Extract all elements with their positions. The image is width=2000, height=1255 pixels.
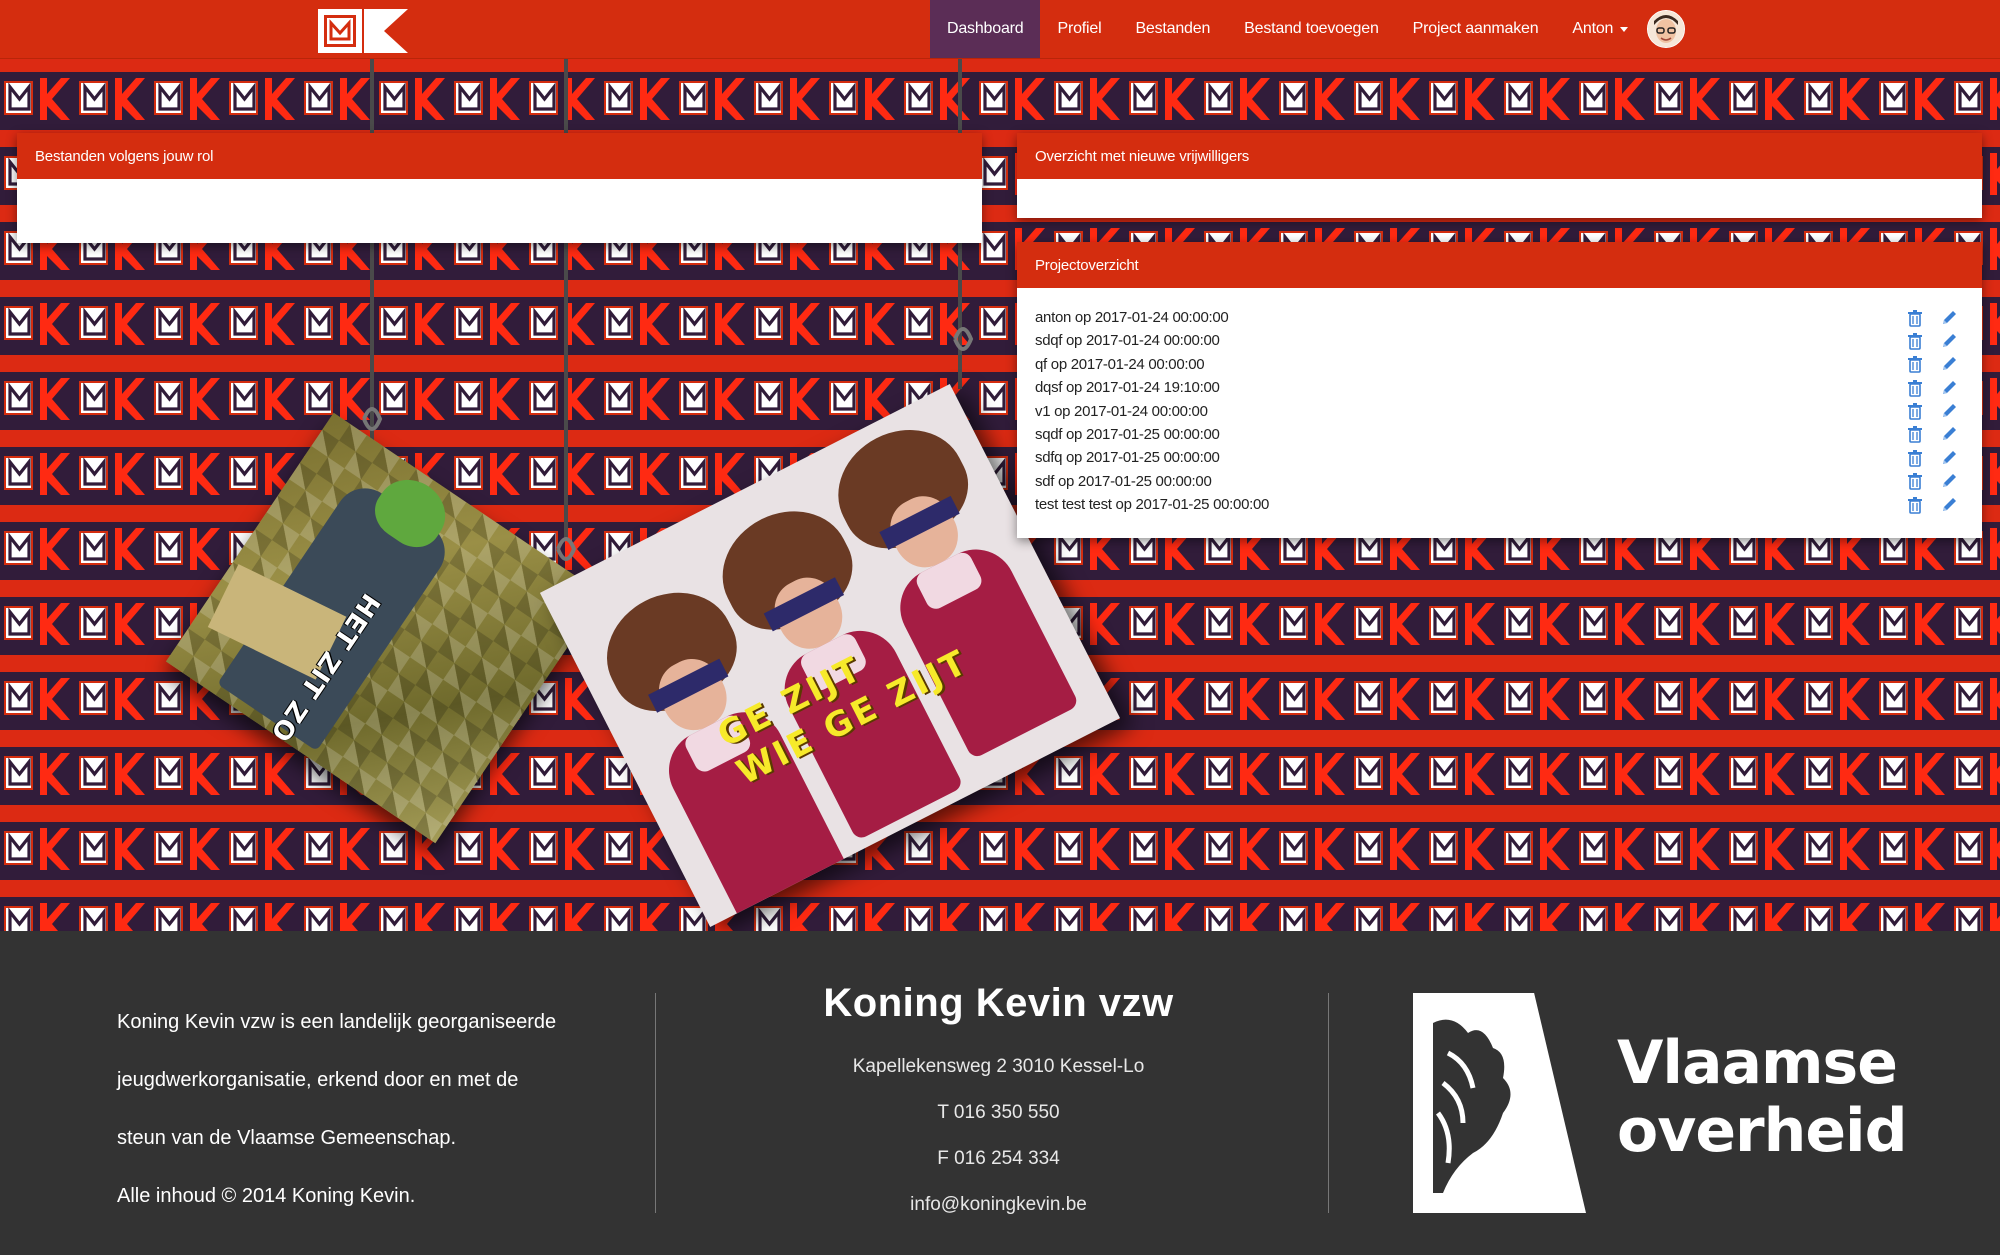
footer-phone: T 016 350 550 [937, 1102, 1060, 1123]
row-actions [1906, 353, 1958, 376]
row-actions [1906, 423, 1958, 446]
footer-copyright: Alle inhoud © 2014 Koning Kevin. [117, 1185, 416, 1207]
pencil-icon[interactable] [1940, 309, 1958, 327]
project-label: sdqf op 2017-01-24 00:00:00 [1035, 332, 1220, 350]
row-actions [1906, 306, 1958, 329]
list-item: v1 op 2017-01-24 00:00:00 [1035, 400, 1982, 423]
volunteers-panel: Overzicht met nieuwe vrijwilligers [1017, 133, 1982, 218]
project-label: qf op 2017-01-24 00:00:00 [1035, 355, 1205, 373]
list-item: sdfq op 2017-01-25 00:00:00 [1035, 446, 1982, 469]
panel-title: Projectoverzicht [1017, 242, 1982, 288]
nav-bestanden[interactable]: Bestanden [1118, 0, 1227, 58]
nav-dashboard[interactable]: Dashboard [930, 0, 1041, 58]
row-actions [1906, 470, 1958, 493]
list-item: anton op 2017-01-24 00:00:00 [1035, 306, 1982, 329]
footer-about-line: steun van de Vlaamse Gemeenschap. [117, 1127, 457, 1149]
pencil-icon[interactable] [1940, 472, 1958, 490]
panel-title: Bestanden volgens jouw rol [17, 133, 982, 179]
list-item: sdqf op 2017-01-24 00:00:00 [1035, 329, 1982, 352]
gov-line2: overheid [1617, 1096, 1908, 1166]
pencil-icon[interactable] [1940, 402, 1958, 420]
project-label: sdfq op 2017-01-25 00:00:00 [1035, 449, 1220, 467]
footer-email-link[interactable]: info@koningkevin.be [656, 1182, 1341, 1228]
project-list: anton op 2017-01-24 00:00:00 sdqf op 2017… [1017, 288, 1982, 517]
files-panel: Bestanden volgens jouw rol [17, 133, 982, 243]
nav-bestand-toevoegen[interactable]: Bestand toevoegen [1227, 0, 1396, 58]
vlaamse-overheid-wordmark: Vlaamse overheid [1617, 1028, 1908, 1166]
project-label: anton op 2017-01-24 00:00:00 [1035, 309, 1229, 326]
caret-down-icon [1620, 26, 1629, 32]
project-label: dqsf op 2017-01-24 19:10:00 [1035, 379, 1220, 397]
row-actions [1906, 329, 1958, 352]
pencil-icon[interactable] [1940, 425, 1958, 443]
user-avatar-icon [1648, 11, 1685, 47]
user-name: Anton [1572, 20, 1614, 37]
projects-panel: Projectoverzicht anton op 2017-01-24 00:… [1017, 242, 1982, 538]
trash-icon[interactable] [1906, 449, 1924, 467]
user-menu-toggle[interactable]: Anton [1555, 0, 1645, 58]
trash-icon[interactable] [1906, 379, 1924, 397]
list-item: sdf op 2017-01-25 00:00:00 [1035, 470, 1982, 493]
row-actions [1906, 446, 1958, 469]
koning-kevin-logo[interactable] [318, 9, 408, 53]
avatar[interactable] [1647, 10, 1686, 48]
trash-icon[interactable] [1906, 309, 1924, 327]
row-actions [1906, 376, 1958, 399]
trash-icon[interactable] [1906, 332, 1924, 350]
project-label: sdf op 2017-01-25 00:00:00 [1035, 472, 1212, 490]
list-item: dqsf op 2017-01-24 19:10:00 [1035, 376, 1982, 399]
pencil-icon[interactable] [1940, 449, 1958, 467]
list-item: test test test op 2017-01-25 00:00:00 [1035, 493, 1982, 516]
row-actions [1906, 400, 1958, 423]
project-label: test test test op 2017-01-25 00:00:00 [1035, 496, 1270, 514]
row-actions [1906, 493, 1958, 516]
pencil-icon[interactable] [1940, 332, 1958, 350]
footer-contact: Koning Kevin vzw Kapellekensweg 2 3010 K… [656, 981, 1341, 1228]
trash-icon[interactable] [1906, 425, 1924, 444]
lion-icon [1413, 993, 1586, 1213]
trash-icon[interactable] [1906, 472, 1924, 491]
panel-title: Overzicht met nieuwe vrijwilligers [1017, 133, 1982, 179]
footer: Koning Kevin vzw is een landelijk georga… [0, 931, 2000, 1255]
trash-icon[interactable] [1906, 402, 1924, 420]
pencil-icon[interactable] [1940, 379, 1958, 397]
trash-icon[interactable] [1906, 355, 1924, 374]
nav-profiel[interactable]: Profiel [1040, 0, 1118, 58]
list-item: qf op 2017-01-24 00:00:00 [1035, 353, 1982, 376]
footer-fax: F 016 254 334 [937, 1148, 1060, 1169]
footer-about-line: jeugdwerkorganisatie, erkend door en met… [117, 1069, 519, 1091]
project-label: v1 op 2017-01-24 00:00:00 [1035, 402, 1208, 420]
pencil-icon[interactable] [1940, 355, 1958, 373]
vlaamse-overheid-logo: Vlaamse overheid [1413, 993, 1923, 1213]
project-label: sqdf op 2017-01-25 00:00:00 [1035, 425, 1220, 443]
footer-about-line: Koning Kevin vzw is een landelijk georga… [117, 1011, 557, 1033]
nav-project-aanmaken[interactable]: Project aanmaken [1396, 0, 1556, 58]
footer-org-name: Koning Kevin vzw [823, 981, 1174, 1025]
gov-line1: Vlaamse [1617, 1028, 1898, 1098]
footer-address: Kapellekensweg 2 3010 Kessel-Lo [852, 1056, 1145, 1077]
trash-icon[interactable] [1906, 496, 1924, 514]
footer-about: Koning Kevin vzw is een landelijk georga… [117, 993, 637, 1225]
list-item: sqdf op 2017-01-25 00:00:00 [1035, 423, 1982, 446]
footer-divider [1328, 993, 1329, 1213]
pencil-icon[interactable] [1940, 496, 1958, 514]
main-nav: Dashboard Profiel Bestanden Bestand toev… [930, 0, 1686, 58]
top-navbar: Dashboard Profiel Bestanden Bestand toev… [0, 0, 2000, 59]
